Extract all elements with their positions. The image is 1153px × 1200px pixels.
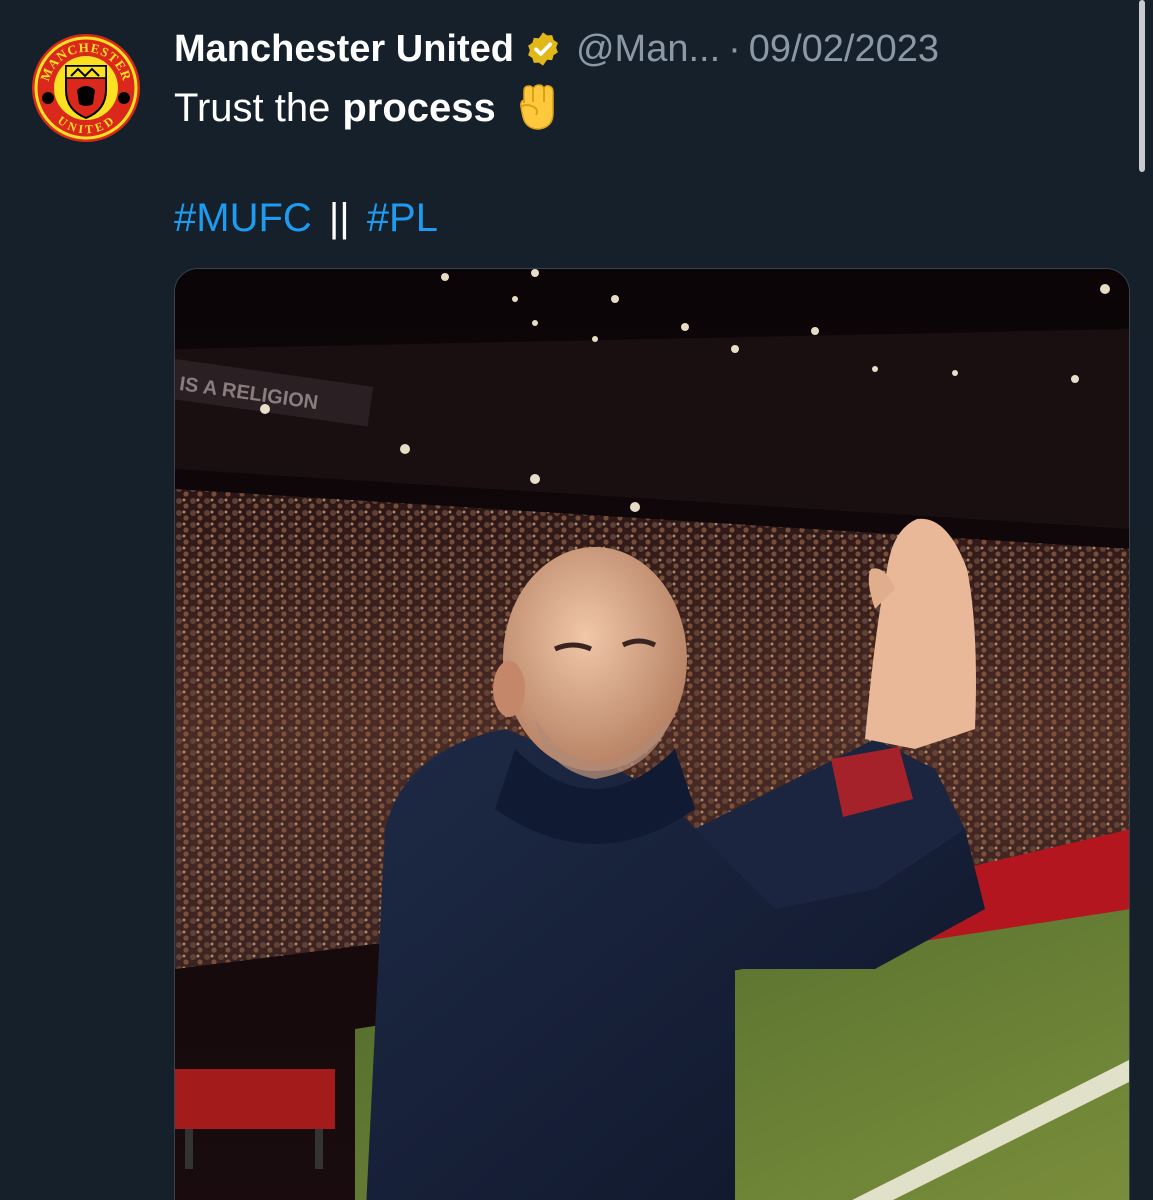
tweet-media-image[interactable]: IS A RELIGION — [174, 268, 1130, 1200]
tweet-text-plain: Trust the — [174, 86, 331, 130]
avatar[interactable]: MANCHESTER UNITED — [30, 32, 142, 144]
tweet-header: Manchester United @Man... · 09/02/2023 — [174, 26, 939, 72]
raised-fist-emoji-icon — [512, 83, 562, 133]
tweet-hashtags: #MUFC || #PL — [174, 192, 438, 244]
hashtag-separator: || — [328, 196, 350, 240]
club-crest-icon: MANCHESTER UNITED — [30, 32, 142, 144]
tweet-date[interactable]: 09/02/2023 — [749, 28, 939, 71]
tweet[interactable]: MANCHESTER UNITED Manchester United @Man… — [0, 0, 1153, 1200]
hashtag-pl-link[interactable]: #PL — [367, 196, 438, 240]
user-handle[interactable]: @Man... — [576, 28, 720, 71]
tweet-text: Trust the process — [174, 82, 562, 134]
header-separator: · — [728, 27, 741, 70]
scrollbar[interactable] — [1139, 0, 1145, 172]
hashtag-mufc-link[interactable]: #MUFC — [174, 196, 312, 240]
display-name[interactable]: Manchester United — [174, 28, 514, 71]
stadium-photo: IS A RELIGION — [175, 269, 1129, 1200]
tweet-text-bold: process — [342, 86, 496, 130]
verified-badge-icon — [524, 30, 562, 68]
